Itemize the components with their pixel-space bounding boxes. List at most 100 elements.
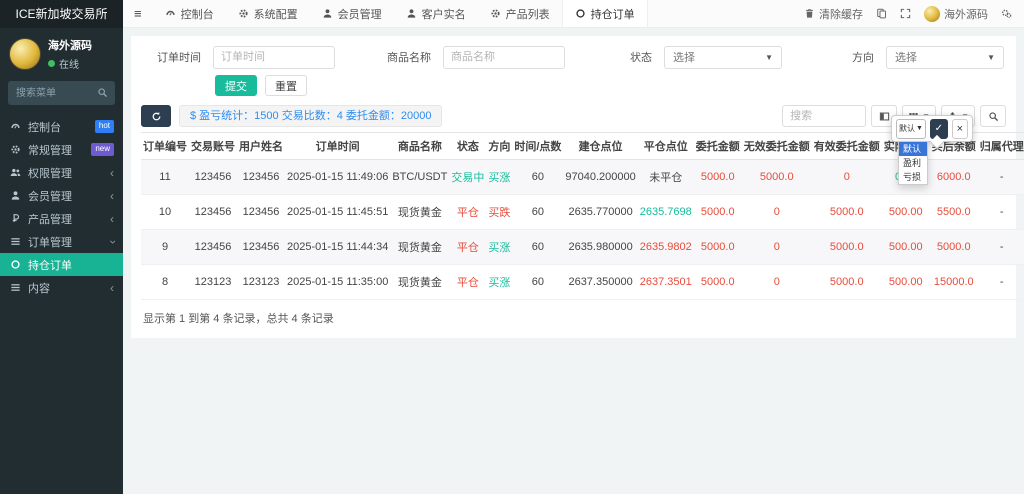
avatar xyxy=(9,38,41,70)
orders-card: 订单时间 商品名称 状态 选择 ▼ 方向 选择 ▼ xyxy=(131,36,1024,338)
chevron-down-icon: ‹ xyxy=(105,239,119,244)
top-navbar: ≡ 控制台 系统配置 会员管理 客户实名 产品列表 持仓订单 清除缓存 海外源码 xyxy=(123,0,1024,28)
table-row: 11 123456 123456 2025-01-15 11:49:06 BTC… xyxy=(141,159,1024,195)
dropdown-option[interactable]: 亏损 xyxy=(899,170,927,184)
product-name-label: 商品名称 xyxy=(387,52,431,64)
tab-product-list[interactable]: 产品列表 xyxy=(478,0,562,27)
filter-form: 订单时间 商品名称 状态 选择 ▼ 方向 选择 ▼ xyxy=(141,44,1006,70)
inline-edit-popover: 默认 ▼ ✓ × xyxy=(891,115,973,150)
direction-label: 方向 xyxy=(852,52,874,64)
table-row: 10 123456 123456 2025-01-15 11:45:51 现货黄… xyxy=(141,194,1024,230)
tab-system-config[interactable]: 系统配置 xyxy=(226,0,310,27)
navbar-right: 清除缓存 海外源码 xyxy=(804,0,1024,27)
caret-down-icon: ▼ xyxy=(916,125,923,132)
filter-buttons: 提交 重置 xyxy=(215,75,1006,96)
tab-members[interactable]: 会员管理 xyxy=(310,0,394,27)
sidebar-item-products[interactable]: 产品管理 ‹ xyxy=(0,207,123,230)
list-icon xyxy=(9,282,21,293)
sidebar-item-open-orders[interactable]: 持仓订单 xyxy=(0,253,123,276)
orders-table-body: 11 123456 123456 2025-01-15 11:49:06 BTC… xyxy=(141,159,1024,300)
status-badge: 平仓 xyxy=(449,194,487,230)
app-logo: ICE新加坡交易所 xyxy=(0,0,123,28)
dropdown-option[interactable]: 盈利 xyxy=(899,156,927,170)
status-label: 状态 xyxy=(630,52,652,64)
column-header: 无效委托金额 xyxy=(741,132,812,160)
column-header: 用户姓名 xyxy=(237,132,285,160)
status-badge: 平仓 xyxy=(449,264,487,300)
user-icon xyxy=(406,8,417,19)
direction-select[interactable]: 选择 ▼ xyxy=(886,45,1004,69)
column-header: 时间/点数 xyxy=(512,132,564,160)
status-select[interactable]: 选择 ▼ xyxy=(664,45,782,69)
chevron-left-icon: ‹ xyxy=(110,165,114,180)
column-header: 交易账号 xyxy=(189,132,237,160)
sidebar: ICE新加坡交易所 海外源码 在线 控制台 hot 常规管理 new 权限管理 … xyxy=(0,0,123,494)
caret-down-icon: ▼ xyxy=(987,52,995,62)
submit-button[interactable]: 提交 xyxy=(215,75,257,96)
user-name: 海外源码 xyxy=(48,40,92,52)
order-time-label: 订单时间 xyxy=(157,52,201,64)
hamburger-icon[interactable]: ≡ xyxy=(123,0,153,27)
caret-down-icon: ▼ xyxy=(765,52,773,62)
sidebar-item-members[interactable]: 会员管理 ‹ xyxy=(0,184,123,207)
tab-dashboard[interactable]: 控制台 xyxy=(153,0,226,27)
sidebar-item-permissions[interactable]: 权限管理 ‹ xyxy=(0,161,123,184)
sidebar-item-orders[interactable]: 订单管理 ‹ xyxy=(0,230,123,253)
chevron-left-icon: ‹ xyxy=(110,211,114,226)
column-header: 状态 xyxy=(449,132,487,160)
close-icon: × xyxy=(956,122,964,135)
reset-button[interactable]: 重置 xyxy=(265,75,307,96)
column-header: 商品名称 xyxy=(390,132,450,160)
sidebar-search xyxy=(8,81,115,105)
tab-customer-kyc[interactable]: 客户实名 xyxy=(394,0,478,27)
table-toolbar: $ 盈亏统计：1500 交易比数：4 委托金额：20000 ▼ ▼ xyxy=(141,105,1006,127)
avatar xyxy=(924,5,940,22)
refresh-button[interactable] xyxy=(141,105,171,127)
settings-gears-icon[interactable] xyxy=(1001,8,1012,19)
hot-badge: hot xyxy=(94,120,114,133)
tag-dropdown: 默认 盈利 亏损 xyxy=(898,141,928,185)
circle-icon xyxy=(9,259,21,270)
search-button[interactable] xyxy=(980,105,1006,127)
column-header: 方向 xyxy=(486,132,513,160)
user-icon xyxy=(322,8,333,19)
tab-open-orders[interactable]: 持仓订单 xyxy=(561,0,648,27)
sidebar-item-content[interactable]: 内容 ‹ xyxy=(0,276,123,299)
user-icon xyxy=(9,190,21,201)
dropdown-option[interactable]: 默认 xyxy=(899,142,927,156)
trash-icon xyxy=(804,8,815,19)
column-header: 归属代理 xyxy=(977,132,1024,160)
dashboard-icon xyxy=(9,121,21,132)
product-name-input[interactable] xyxy=(443,45,565,69)
table-row: 9 123456 123456 2025-01-15 11:44:34 现货黄金… xyxy=(141,229,1024,265)
confirm-button[interactable]: ✓ xyxy=(929,118,948,139)
online-status: 在线 xyxy=(48,56,92,71)
sidebar-item-dashboard[interactable]: 控制台 hot xyxy=(0,115,123,138)
table-search-input[interactable] xyxy=(782,105,867,127)
column-header: 订单编号 xyxy=(141,132,189,160)
cancel-button[interactable]: × xyxy=(951,118,968,139)
column-header: 建仓点位 xyxy=(563,132,638,160)
copy-icon[interactable] xyxy=(876,8,887,19)
circle-icon xyxy=(575,8,586,19)
tag-select[interactable]: 默认 ▼ xyxy=(896,118,926,139)
pnl-stats: $ 盈亏统计：1500 交易比数：4 委托金额：20000 xyxy=(179,105,443,127)
sidebar-menu: 控制台 hot 常规管理 new 权限管理 ‹ 会员管理 ‹ 产品管理 ‹ 订单… xyxy=(0,115,123,299)
clear-cache-button[interactable]: 清除缓存 xyxy=(804,6,863,22)
order-time-input[interactable] xyxy=(213,45,335,69)
chevron-left-icon: ‹ xyxy=(110,188,114,203)
records-summary: 显示第 1 到第 4 条记录，总共 4 条记录 xyxy=(143,313,334,325)
product-icon xyxy=(9,213,21,224)
check-icon: ✓ xyxy=(934,123,943,134)
chevron-left-icon: ‹ xyxy=(110,280,114,295)
status-badge: 交易中 xyxy=(449,159,487,195)
fullscreen-icon[interactable] xyxy=(900,8,911,19)
gear-icon xyxy=(238,8,249,19)
gears-icon xyxy=(490,8,501,19)
new-badge: new xyxy=(91,143,114,156)
main-content: 订单时间 商品名称 状态 选择 ▼ 方向 选择 ▼ xyxy=(123,28,1024,494)
sidebar-item-general[interactable]: 常规管理 new xyxy=(0,138,123,161)
column-header: 委托金额 xyxy=(693,132,742,160)
online-dot-icon xyxy=(48,60,55,67)
navbar-user[interactable]: 海外源码 xyxy=(924,5,988,22)
